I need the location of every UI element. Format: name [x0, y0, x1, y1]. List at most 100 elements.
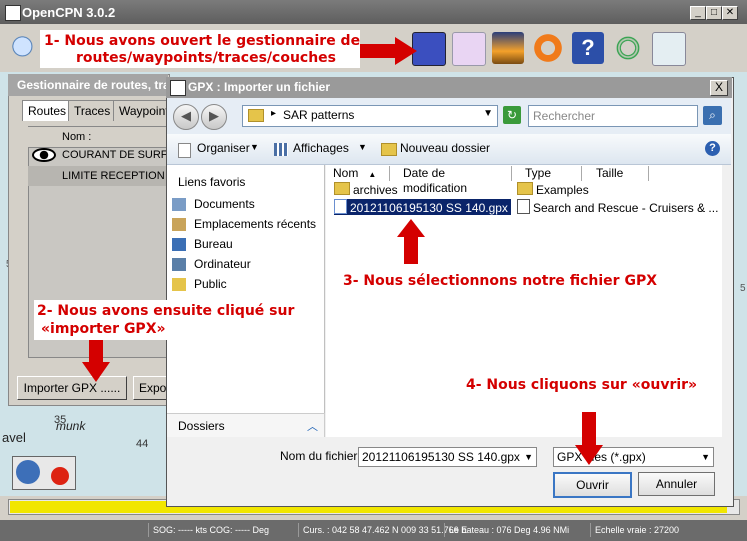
documents-icon: [172, 198, 186, 211]
organize-menu[interactable]: Organiser: [197, 141, 250, 155]
compass-widget: [12, 456, 76, 490]
help-icon[interactable]: ?: [705, 141, 720, 156]
filename-value: 20121106195130 SS 140.gpx: [362, 450, 520, 464]
tab-routes[interactable]: Routes: [22, 100, 73, 121]
file-item[interactable]: archives: [334, 182, 398, 198]
route-row[interactable]: COURANT DE SURF...: [28, 145, 175, 165]
favorite-documents[interactable]: Documents: [194, 197, 255, 211]
forward-icon[interactable]: ▶: [201, 104, 227, 130]
annotation-step-1-line-1: 1- Nous avons ouvert le gestionnaire de: [44, 33, 361, 49]
favorite-desktop[interactable]: Bureau: [194, 237, 233, 251]
open-button[interactable]: Ouvrir: [553, 472, 632, 498]
main-title: OpenCPN 3.0.2: [22, 5, 116, 20]
column-header-size[interactable]: Taille: [593, 166, 649, 181]
maximize-button[interactable]: □: [706, 6, 722, 20]
recent-places-icon: [172, 218, 186, 231]
compass-icon: [16, 460, 40, 484]
help-icon[interactable]: ?: [572, 32, 604, 64]
chevron-down-icon: ▼: [358, 142, 367, 152]
column-header-date[interactable]: Date de modification: [400, 166, 512, 195]
file-name: 20121106195130 SS 140.gpx: [350, 201, 508, 215]
folders-toggle[interactable]: Dossiers ︿: [167, 413, 325, 438]
chart-place-label: avel: [2, 430, 26, 445]
track-icon[interactable]: [452, 32, 486, 66]
favorite-computer[interactable]: Ordinateur: [194, 257, 251, 271]
new-folder-button[interactable]: Nouveau dossier: [400, 141, 490, 155]
route-manager-title: Gestionnaire de routes, tra: [17, 78, 170, 92]
chevron-up-icon: ︿: [307, 421, 318, 433]
sort-icon: ▲: [368, 170, 377, 179]
folders-label: Dossiers: [178, 419, 225, 433]
crosshair-icon[interactable]: [612, 32, 644, 64]
gps-status-icon: [51, 467, 69, 485]
close-window-button[interactable]: ✕: [722, 6, 738, 20]
minimize-button[interactable]: _: [690, 6, 706, 20]
column-label: Type: [525, 166, 552, 180]
status-boat: Le bateau : 076 Deg 4.96 NMi: [444, 523, 569, 537]
arrow-3-head: [397, 219, 425, 237]
annotation-step-3: 3- Nous sélectionnons notre fichier GPX: [343, 273, 658, 289]
gpx-file-icon: [334, 199, 347, 214]
file-name: archives: [353, 183, 398, 197]
arrow-4-shaft: [582, 412, 596, 446]
tab-traces[interactable]: Traces: [68, 100, 117, 121]
status-position: Curs. : 042 58 47.462 N 009 33 51.766 E: [298, 523, 467, 537]
dialog-close-button[interactable]: X: [710, 80, 728, 96]
annotation-step-1-line-2: routes/waypoints/traces/couches: [76, 50, 337, 66]
favorites-header: Liens favoris: [178, 175, 246, 189]
annotation-step-2-line-2: «importer GPX»: [41, 321, 166, 337]
favorite-recent[interactable]: Emplacements récents: [194, 217, 316, 231]
route-row-label: LIMITE RECEPTION ...: [62, 170, 177, 182]
file-name: Examples: [536, 183, 589, 197]
route-row-label: COURANT DE SURF...: [62, 149, 176, 161]
route-manager-icon[interactable]: [412, 32, 446, 66]
chevron-down-icon[interactable]: ▼: [524, 448, 533, 466]
search-input[interactable]: Rechercher: [528, 105, 698, 127]
file-item[interactable]: Examples: [517, 182, 589, 198]
annotation-step-2-line-1: 2- Nous avons ensuite cliqué sur: [37, 303, 295, 319]
folder-icon: [334, 182, 350, 195]
refresh-icon[interactable]: ↻: [503, 106, 521, 124]
column-header-name[interactable]: Nom ▲: [330, 166, 390, 181]
route-row[interactable]: LIMITE RECEPTION ...: [28, 166, 177, 186]
search-icon[interactable]: ⌕: [703, 106, 722, 125]
folder-icon: [248, 109, 264, 122]
chart-place-label: munk: [56, 419, 86, 433]
status-sog: SOG: ----- kts COG: ----- Deg: [148, 523, 269, 537]
public-folder-icon: [172, 278, 186, 291]
search-placeholder: Rechercher: [533, 109, 596, 123]
arrow-1-head: [395, 37, 417, 65]
arrow-1-shaft: [360, 44, 396, 58]
sunset-icon[interactable]: [492, 32, 524, 64]
favorite-public[interactable]: Public: [194, 277, 227, 291]
arrow-2-shaft: [89, 340, 103, 364]
arrow-4-head: [575, 445, 603, 465]
main-titlebar: OpenCPN 3.0.2 _ □ ✕: [0, 0, 747, 24]
cancel-button[interactable]: Annuler: [638, 472, 715, 496]
dialog-title: GPX : Importer un fichier: [188, 80, 331, 94]
column-label: Taille: [596, 166, 624, 180]
zoom-icon[interactable]: [8, 32, 40, 64]
chevron-down-icon[interactable]: ▼: [483, 108, 493, 119]
column-header-type[interactable]: Type: [522, 166, 582, 181]
folder-icon: [517, 182, 533, 195]
views-menu[interactable]: Affichages: [293, 141, 349, 155]
dialog-app-icon: [170, 80, 186, 96]
column-label: Nom: [333, 166, 359, 180]
ais-icon[interactable]: [652, 32, 686, 66]
import-gpx-button[interactable]: Importer GPX ......: [17, 376, 127, 400]
lifebuoy-icon[interactable]: [532, 32, 564, 64]
chevron-down-icon[interactable]: ▼: [701, 448, 710, 466]
address-bar[interactable]: ▸ SAR patterns ▼: [242, 105, 498, 127]
column-label: Date de modification: [403, 166, 468, 195]
filename-label: Nom du fichier :: [280, 449, 365, 463]
back-icon[interactable]: ◀: [173, 104, 199, 130]
document-icon: [517, 199, 530, 214]
chart-depth-label: 5: [740, 283, 746, 294]
views-icon: [274, 143, 288, 156]
status-bar: SOG: ----- kts COG: ----- Deg Curs. : 04…: [0, 520, 747, 541]
arrow-2-head: [82, 362, 110, 382]
filename-input[interactable]: 20121106195130 SS 140.gpx ▼: [358, 447, 537, 467]
file-item[interactable]: Search and Rescue - Cruisers & ...: [517, 199, 718, 215]
file-item-selected[interactable]: 20121106195130 SS 140.gpx: [334, 199, 511, 215]
